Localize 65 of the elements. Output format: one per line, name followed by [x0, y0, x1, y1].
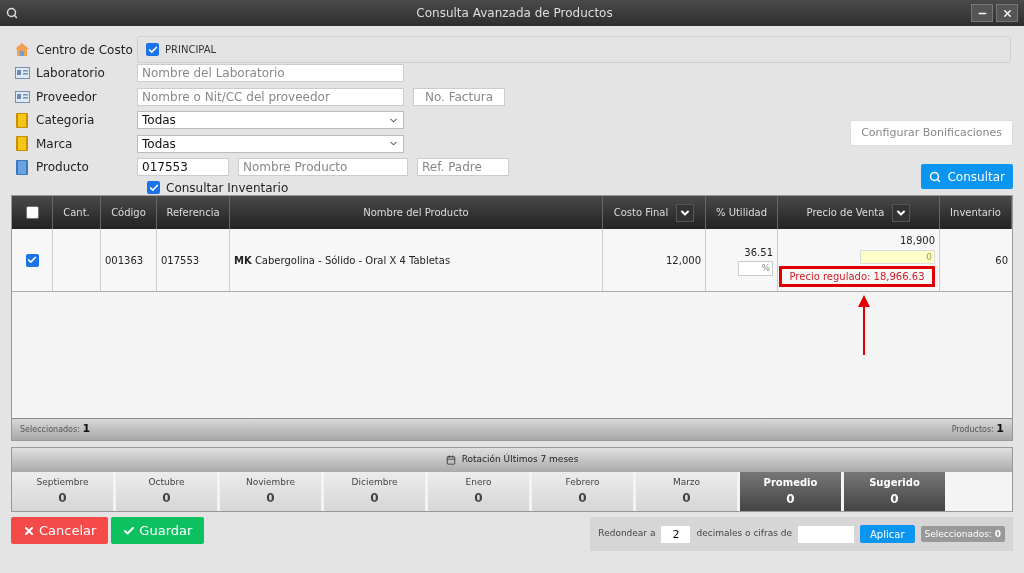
regulated-price-note: Precio regulado: 18,966.63 [779, 266, 935, 287]
month-tile: Marzo 0 [636, 472, 737, 511]
field-label: Producto [35, 159, 90, 177]
dropdown[interactable]: Todas [137, 111, 404, 130]
input-field[interactable]: 017553 [137, 158, 229, 177]
dropdown[interactable]: Todas [137, 134, 404, 153]
book-icon [16, 159, 28, 175]
calendar-icon [445, 455, 456, 465]
rounding-label: Redondear a [598, 527, 656, 541]
selected-badge: Seleccionados: 0 [920, 526, 1005, 542]
checkbox[interactable] [147, 181, 160, 194]
products-count: Productos: 1 [951, 421, 1004, 438]
price-value: 18,900 [900, 234, 935, 248]
dropdown-toggle[interactable] [892, 203, 911, 222]
month-tile: Septiembre 0 [12, 472, 113, 511]
search-icon [929, 170, 942, 183]
checkbox[interactable] [25, 206, 39, 219]
field-label: Proveedor [35, 88, 98, 106]
close-icon [1001, 7, 1013, 19]
field-label: Marca [35, 135, 74, 153]
figures-input[interactable] [798, 525, 855, 543]
month-tile: Enero 0 [428, 472, 529, 511]
house-icon [14, 42, 30, 58]
table-cell: 12,000 [603, 229, 706, 291]
search-icon [6, 7, 18, 19]
close-icon [23, 524, 35, 537]
close-button[interactable] [996, 4, 1018, 22]
rotation-title: Rotación Últimos 7 meses [461, 453, 579, 467]
table-cell-text: 60 [994, 253, 1009, 268]
window-title: Consulta Avanzada de Productos [416, 5, 613, 22]
book-icon [16, 112, 28, 128]
month-tile: Sugerido 0 [844, 472, 945, 511]
input-field[interactable]: Nombre Producto [238, 158, 408, 177]
field-label: Laboratorio [35, 65, 106, 83]
table-cell: 017553 [157, 229, 230, 291]
decimals-input[interactable]: 2 [661, 525, 691, 543]
annotation-arrow [858, 295, 870, 355]
dropdown-toggle[interactable] [676, 203, 695, 222]
checkbox-label: PRINCIPAL [165, 43, 217, 58]
month-tile: Diciembre 0 [324, 472, 425, 511]
cancel-button[interactable]: Cancelar [11, 517, 109, 544]
month-tile: Promedio 0 [740, 472, 841, 511]
checkbox[interactable] [146, 43, 159, 57]
month-tile: Febrero 0 [532, 472, 633, 511]
row-checkbox[interactable] [25, 253, 39, 267]
field-label: Centro de Costo [35, 41, 134, 59]
id-card-icon [14, 67, 30, 80]
field-label: Categoria [35, 112, 96, 130]
margin-input[interactable]: % [738, 260, 773, 276]
month-tile: Noviembre 0 [220, 472, 321, 511]
table-cell: MK Cabergolina - Sólido - Oral X 4 Tabletas [230, 229, 603, 291]
table-cell: 001363 [101, 229, 157, 291]
check-icon [123, 524, 136, 537]
configure-button[interactable]: Configurar Bonificaciones [850, 120, 1013, 146]
book-icon [16, 136, 28, 152]
checkbox-label: Consultar Inventario [166, 179, 289, 197]
selected-count: Seleccionados: 1 [20, 421, 91, 438]
rounding-label: decimales o cifras de [696, 527, 793, 541]
month-tile: Octubre 0 [116, 472, 217, 511]
input-field[interactable]: Nombre del Laboratorio [137, 64, 404, 83]
input-field[interactable]: No. Factura [413, 87, 505, 106]
id-card-icon [14, 90, 30, 103]
input-field[interactable]: Ref. Padre [417, 158, 509, 177]
input-field[interactable]: Nombre o Nit/CC del proveedor [137, 87, 404, 106]
margin-value: 36.51 [744, 245, 773, 260]
